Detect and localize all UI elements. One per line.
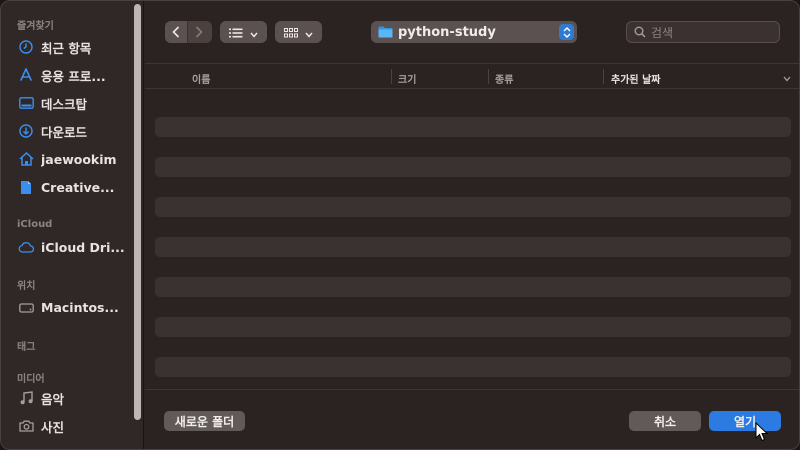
- dialog-footer: 새로운 폴더 취소 열기: [145, 389, 799, 449]
- sidebar-item-label: 다운로드: [41, 124, 88, 140]
- search-field[interactable]: 검색: [626, 21, 780, 43]
- sidebar-item-macintosh-hd[interactable]: Macintos...: [17, 296, 129, 318]
- sidebar-item-label: 최근 항목: [41, 40, 92, 56]
- sidebar-heading-media: 미디어: [17, 374, 45, 385]
- desktop-icon: [17, 94, 35, 112]
- sidebar-item-label: Macintos...: [41, 299, 119, 315]
- sidebar-item-recents[interactable]: 최근 항목: [17, 36, 129, 58]
- column-divider[interactable]: [603, 69, 604, 84]
- search-icon: [634, 26, 646, 38]
- list-item: [155, 277, 791, 297]
- sidebar-item-applications[interactable]: 응용 프로...: [17, 64, 129, 86]
- list-view-icon: [229, 23, 243, 42]
- list-item: [155, 357, 791, 377]
- sidebar-item-home[interactable]: jaewookim: [17, 148, 129, 170]
- forward-button[interactable]: [187, 21, 209, 43]
- sidebar-item-label: jaewookim: [41, 151, 117, 167]
- list-item: [155, 197, 791, 217]
- grid-view-icon: [284, 23, 299, 42]
- sort-chevron-icon: [783, 74, 791, 85]
- download-icon: [17, 122, 35, 140]
- folder-icon: [378, 26, 393, 38]
- new-folder-button[interactable]: 새로운 폴더: [164, 411, 245, 431]
- column-divider[interactable]: [391, 69, 392, 84]
- disk-icon: [17, 298, 35, 316]
- applications-icon: [17, 66, 35, 84]
- location-popup[interactable]: python-study: [371, 21, 577, 43]
- sidebar-item-label: Creative...: [41, 179, 115, 195]
- sidebar-item-label: 사진: [41, 419, 65, 435]
- search-placeholder: 검색: [651, 25, 674, 40]
- sidebar-item-downloads[interactable]: 다운로드: [17, 120, 129, 142]
- sidebar-heading-favorites: 즐겨찾기: [17, 21, 54, 32]
- chevron-right-icon: [195, 23, 203, 42]
- sidebar-item-label: 응용 프로...: [41, 68, 106, 84]
- sidebar-item-creative[interactable]: Creative...: [17, 176, 129, 198]
- sidebar-item-icloud-drive[interactable]: iCloud Dri...: [17, 236, 129, 258]
- list-item: [155, 117, 791, 137]
- list-item: [155, 237, 791, 257]
- chevron-down-icon: [250, 23, 258, 42]
- sidebar-item-music[interactable]: 음악: [17, 387, 129, 409]
- open-button[interactable]: 열기: [709, 411, 781, 431]
- sidebar-item-label: 음악: [41, 391, 65, 407]
- mouse-cursor-icon: [755, 421, 769, 442]
- back-button[interactable]: [165, 21, 187, 43]
- column-header-name[interactable]: 이름: [192, 71, 210, 86]
- sidebar-item-label: iCloud Dri...: [41, 239, 125, 255]
- sidebar-item-desktop[interactable]: 데스크탑: [17, 92, 129, 114]
- document-icon: [17, 178, 35, 196]
- column-header-kind[interactable]: 종류: [495, 71, 513, 86]
- chevron-left-icon: [172, 23, 180, 42]
- sidebar-heading-icloud: iCloud: [17, 219, 53, 230]
- cancel-button[interactable]: 취소: [629, 411, 701, 431]
- navigation-buttons: [165, 21, 212, 43]
- camera-icon: [17, 417, 35, 435]
- toolbar: python-study 검색: [145, 1, 799, 63]
- updown-chevron-icon: [559, 24, 574, 40]
- sidebar: 즐겨찾기 최근 항목 응용 프로... 데스크탑 다운로드 jaewookim …: [1, 1, 144, 449]
- list-view-button[interactable]: [220, 21, 267, 43]
- current-folder-name: python-study: [398, 24, 496, 40]
- sidebar-item-label: 데스크탑: [41, 96, 88, 112]
- column-header-size[interactable]: 크기: [398, 71, 416, 86]
- home-icon: [17, 150, 35, 168]
- cloud-icon: [17, 238, 35, 256]
- music-icon: [17, 389, 35, 407]
- list-item: [155, 317, 791, 337]
- file-list[interactable]: [145, 89, 799, 389]
- column-header-date-added[interactable]: 추가된 날짜: [611, 71, 660, 86]
- file-open-dialog: 즐겨찾기 최근 항목 응용 프로... 데스크탑 다운로드 jaewookim …: [0, 0, 800, 450]
- clock-icon: [17, 38, 35, 56]
- column-divider[interactable]: [488, 69, 489, 84]
- sidebar-heading-locations: 위치: [17, 281, 36, 292]
- chevron-down-icon: [305, 23, 313, 42]
- sidebar-item-photos[interactable]: 사진: [17, 415, 129, 437]
- column-header-bar: 이름 크기 종류 추가된 날짜: [145, 63, 799, 89]
- sidebar-heading-tags: 태그: [17, 342, 36, 353]
- grid-view-button[interactable]: [275, 21, 322, 43]
- sidebar-scrollbar[interactable]: [134, 4, 141, 420]
- list-item: [155, 157, 791, 177]
